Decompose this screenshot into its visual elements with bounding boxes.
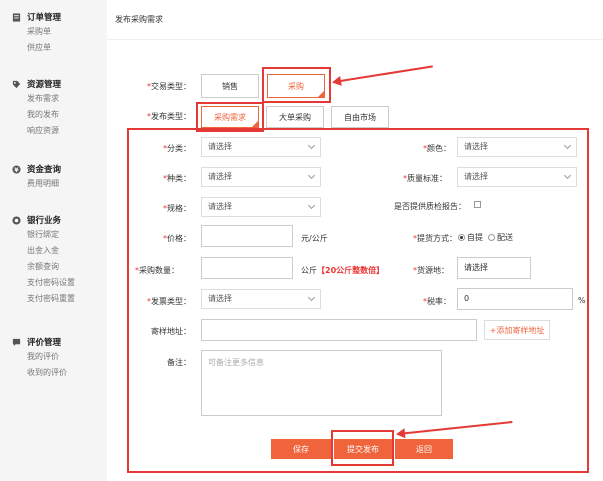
sidebar-group-reviews: 评价管理 我的评价 收到的评价 [12, 335, 67, 381]
price-label: *价格： [163, 234, 191, 243]
publish-type-free-market-button[interactable]: 自由市场 [331, 106, 389, 128]
radio-icon [488, 234, 495, 241]
color-label: *颜色： [423, 144, 451, 153]
chevron-down-icon [307, 171, 316, 180]
back-button[interactable]: 返回 [395, 439, 453, 459]
inspection-checkbox[interactable] [474, 201, 481, 208]
pickup-option-delivery[interactable]: 配送 [488, 232, 513, 243]
tax-label: *税率： [423, 297, 451, 306]
tax-input[interactable]: 0 [457, 288, 573, 310]
chevron-down-icon [563, 171, 572, 180]
sidebar-group-title: 评价管理 [27, 338, 62, 348]
inspection-label: 是否提供质检报告： [394, 202, 466, 211]
remark-label: 备注： [167, 358, 191, 367]
sidebar-group-title: 银行业务 [27, 216, 62, 226]
pickup-label: *提货方式： [413, 234, 457, 243]
category-select[interactable]: 请选择 [201, 137, 321, 157]
document-icon [12, 12, 21, 22]
spec-label: *规格： [163, 204, 191, 213]
trade-type-label: *交易类型： [147, 82, 191, 91]
page-title: 发布采购需求 [115, 15, 163, 24]
add-sample-address-button[interactable]: +添加寄样地址 [484, 320, 550, 340]
quantity-hint: 【20公斤整数倍】 [317, 266, 385, 275]
sidebar-item-supply-orders[interactable]: 供应单 [27, 40, 61, 56]
sidebar-group-title: 资源管理 [27, 80, 62, 90]
sidebar-item-responded-resources[interactable]: 响应资源 [27, 123, 61, 139]
annotation-highlight-submit [331, 430, 394, 466]
source-select[interactable]: 请选择 [457, 257, 531, 279]
tax-unit: % [578, 296, 586, 305]
sidebar-item-my-reviews[interactable]: 我的评价 [27, 349, 67, 365]
radio-selected-icon [458, 234, 465, 241]
page-header: 发布采购需求 [107, 0, 603, 40]
quantity-unit: 公斤【20公斤整数倍】 [301, 266, 385, 275]
quality-select[interactable]: 请选择 [457, 167, 577, 187]
price-unit: 元/公斤 [301, 234, 328, 243]
source-label: *货源地： [413, 266, 449, 275]
sidebar-group-funds: ¥ 资金查询 费用明细 [12, 162, 61, 192]
color-select[interactable]: 请选择 [457, 137, 577, 157]
sidebar-group-title: 资金查询 [27, 165, 62, 175]
chevron-down-icon [307, 141, 316, 150]
publish-type-label: *发布类型： [147, 112, 191, 121]
sidebar-item-purchase-orders[interactable]: 采购单 [27, 24, 61, 40]
remark-textarea[interactable]: 可备注更多信息 [201, 350, 442, 416]
publish-type-bulk-button[interactable]: 大单采购 [266, 106, 324, 128]
sidebar-group-banking: 银行业务 银行绑定 出金入金 余额查询 支付密码设置 支付密码重置 [12, 213, 75, 307]
quantity-input[interactable] [201, 257, 293, 279]
tag-icon [12, 80, 21, 88]
sidebar-item-fee-details[interactable]: 费用明细 [27, 176, 61, 192]
chevron-down-icon [307, 201, 316, 210]
sidebar-item-received-reviews[interactable]: 收到的评价 [27, 365, 67, 381]
sidebar-group-orders: 订单管理 采购单 供应单 [12, 10, 61, 56]
svg-text:¥: ¥ [14, 166, 19, 173]
sample-address-input[interactable] [201, 319, 477, 341]
sidebar-item-balance-query[interactable]: 余额查询 [27, 259, 75, 275]
sidebar-item-my-publications[interactable]: 我的发布 [27, 107, 61, 123]
trade-type-sell-button[interactable]: 销售 [201, 74, 259, 98]
sidebar-item-publish-demand[interactable]: 发布需求 [27, 91, 61, 107]
kind-select[interactable]: 请选择 [201, 167, 321, 187]
pickup-option-self[interactable]: 自提 [458, 232, 483, 243]
comment-icon [12, 338, 21, 346]
sidebar: 订单管理 采购单 供应单 资源管理 发布需求 我的发布 响应资源 ¥ 资金查询 … [0, 0, 100, 481]
sample-address-label: 寄样地址： [151, 327, 191, 336]
coin-icon: ¥ [12, 164, 21, 173]
save-button[interactable]: 保存 [271, 439, 331, 459]
invoice-label: *发票类型： [147, 297, 191, 306]
quality-label: *质量标准： [403, 174, 447, 183]
annotation-highlight-trade-type [262, 67, 331, 103]
category-label: *分类： [163, 144, 191, 153]
chevron-down-icon [307, 293, 316, 302]
invoice-select[interactable]: 请选择 [201, 289, 321, 309]
kind-label: *种类： [163, 174, 191, 183]
sidebar-item-bank-binding[interactable]: 银行绑定 [27, 227, 75, 243]
bank-icon [12, 215, 21, 225]
chevron-down-icon [563, 141, 572, 150]
sidebar-group-resources: 资源管理 发布需求 我的发布 响应资源 [12, 77, 61, 139]
spec-select[interactable]: 请选择 [201, 197, 321, 217]
sidebar-group-title: 订单管理 [27, 13, 62, 23]
price-input[interactable] [201, 225, 293, 247]
quantity-label: *采购数量： [135, 266, 179, 275]
sidebar-item-deposit-withdraw[interactable]: 出金入金 [27, 243, 75, 259]
sidebar-item-payment-password-set[interactable]: 支付密码设置 [27, 275, 75, 291]
sidebar-item-payment-password-reset[interactable]: 支付密码重置 [27, 291, 75, 307]
